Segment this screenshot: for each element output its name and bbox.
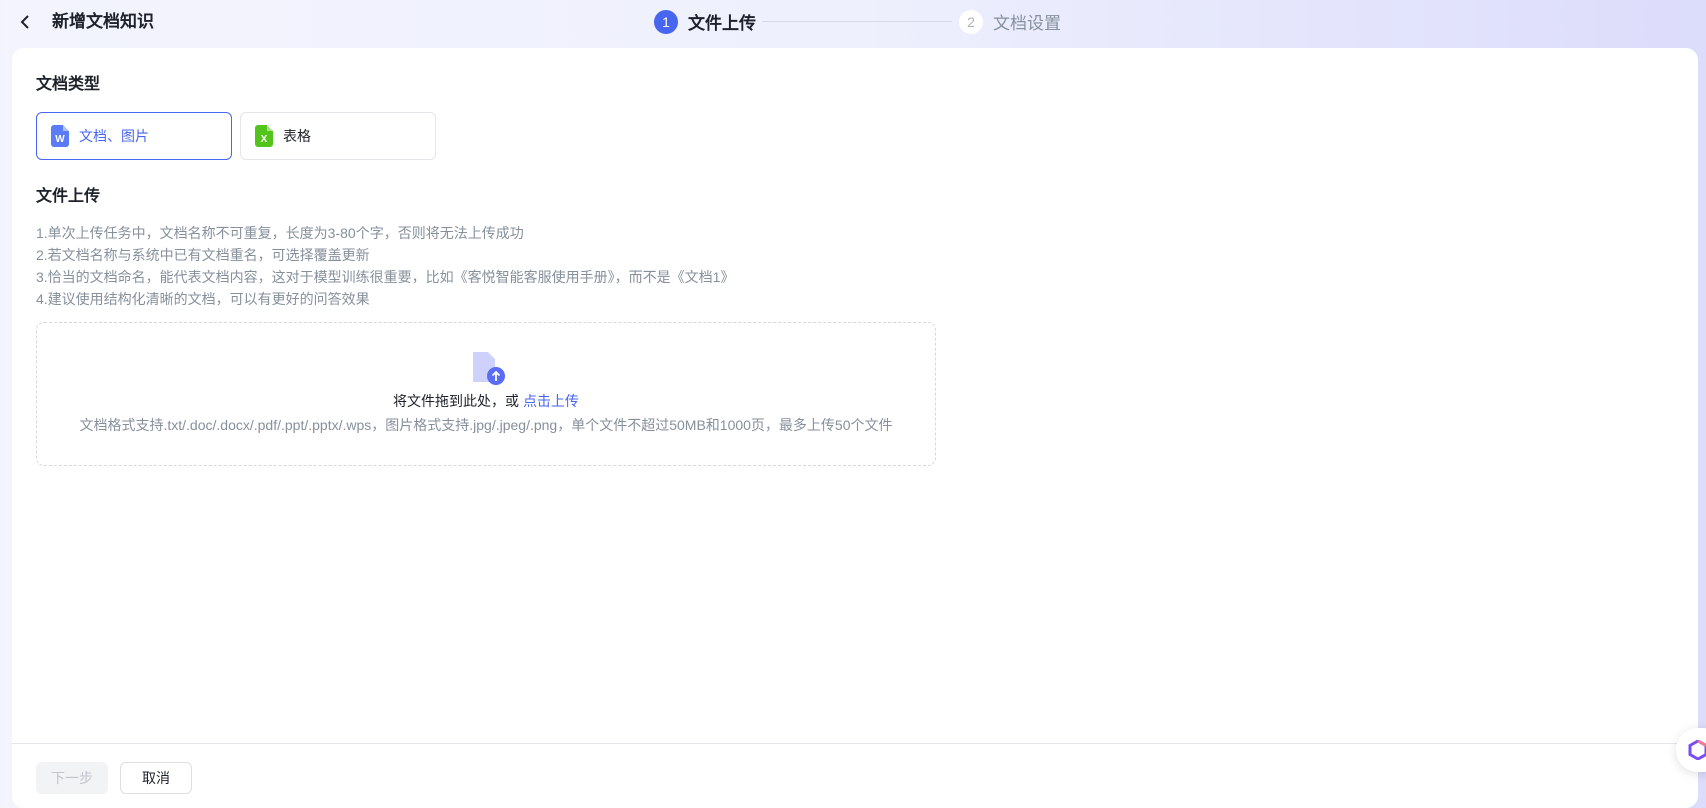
tip: 3.恰当的文档命名，能代表文档内容，这对于模型训练很重要，比如《客悦智能客服使用…: [36, 269, 735, 285]
chevron-left-icon: [20, 15, 29, 29]
page-title: 新增文档知识: [52, 12, 154, 31]
main-panel: 文档类型 W 文档、图片 X 表格 文件上传 1.单次上传任务中，文档名称不可重…: [12, 48, 1698, 808]
upload-heading: 文件上传: [36, 188, 101, 205]
step-doc-settings: 2 文档设置: [959, 9, 1061, 34]
click-upload-link[interactable]: 点击上传: [523, 393, 579, 409]
next-step-button[interactable]: 下一步: [36, 762, 108, 794]
option-label: 表格: [283, 128, 311, 144]
file-upload-icon: [473, 352, 505, 385]
word-file-icon: W: [51, 125, 69, 147]
upload-dropzone[interactable]: 将文件拖到此处，或 点击上传 文档格式支持.txt/.doc/.docx/.pd…: [36, 322, 936, 466]
header: 新增文档知识 1 文件上传 2 文档设置: [0, 0, 1706, 48]
assistant-logo-icon: [1688, 740, 1706, 760]
step-file-upload: 1 文件上传: [654, 9, 756, 34]
tip: 2.若文档名称与系统中已有文档重名，可选择覆盖更新: [36, 247, 370, 263]
doc-type-document-image[interactable]: W 文档、图片: [36, 112, 232, 160]
upload-tips: 1.单次上传任务中，文档名称不可重复，长度为3-80个字，否则将无法上传成功 2…: [36, 222, 734, 310]
tip: 4.建议使用结构化清晰的文档，可以有更好的问答效果: [36, 291, 370, 307]
option-label: 文档、图片: [79, 128, 149, 144]
supported-formats: 文档格式支持.txt/.doc/.docx/.pdf/.ppt/.pptx/.w…: [79, 417, 893, 433]
footer-divider: [12, 743, 1698, 744]
doc-type-spreadsheet[interactable]: X 表格: [240, 112, 436, 160]
step-label: 文件上传: [688, 14, 756, 33]
drop-instruction: 将文件拖到此处，或: [393, 393, 520, 409]
step-label: 文档设置: [993, 14, 1061, 33]
step-number: 1: [654, 9, 678, 34]
doc-type-heading: 文档类型: [36, 76, 101, 93]
excel-file-icon: X: [255, 125, 273, 147]
step-connector: [762, 21, 952, 22]
cancel-button[interactable]: 取消: [120, 762, 192, 794]
back-button[interactable]: [14, 10, 38, 34]
tip: 1.单次上传任务中，文档名称不可重复，长度为3-80个字，否则将无法上传成功: [36, 225, 524, 241]
step-number: 2: [959, 9, 983, 34]
drop-text: 将文件拖到此处，或 点击上传: [37, 390, 935, 412]
